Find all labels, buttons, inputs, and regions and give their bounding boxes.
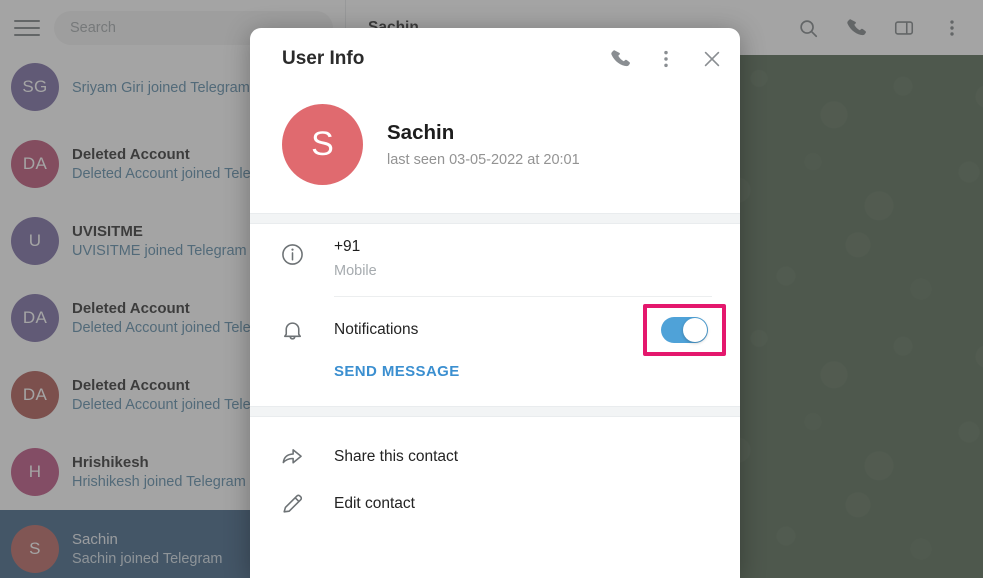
dialog-header: User Info: [250, 28, 740, 90]
phone-type-label: Mobile: [334, 263, 377, 279]
notifications-control: Notifications: [334, 297, 740, 363]
phone-icon[interactable]: [609, 48, 631, 70]
avatar-initial: S: [311, 125, 334, 163]
section-divider-band: [250, 213, 740, 224]
user-info-dialog: User Info S Sachin last seen 03-05-2022 …: [250, 28, 740, 578]
phone-value-line: +91: [334, 238, 712, 256]
section-divider-band: [250, 406, 740, 417]
dialog-title: User Info: [282, 48, 365, 69]
details-section: +91 Mobile Notifications SEND MESSAGE: [250, 224, 740, 406]
profile-last-seen: last seen 03-05-2022 at 20:01: [387, 152, 580, 168]
share-contact-label: Share this contact: [334, 447, 459, 465]
phone-body: +91 Mobile: [334, 238, 740, 297]
edit-contact-label: Edit contact: [334, 494, 415, 512]
close-icon[interactable]: [701, 48, 723, 70]
notifications-toggle[interactable]: [661, 317, 708, 343]
dialog-header-actions: [609, 48, 723, 70]
notifications-label: Notifications: [334, 321, 419, 338]
toggle-knob: [683, 318, 707, 342]
info-circle-icon: [250, 238, 334, 297]
profile-name: Sachin: [387, 121, 455, 144]
edit-contact-row[interactable]: Edit contact: [250, 480, 740, 527]
notifications-toggle-highlight: [643, 304, 726, 356]
bell-icon: [250, 297, 334, 363]
notifications-body: Notifications: [334, 297, 740, 363]
telegram-window: Search SGSriyam Giri joined TelegramDADe…: [0, 0, 983, 578]
more-vertical-icon[interactable]: [655, 48, 677, 70]
share-arrow-icon: [250, 444, 334, 469]
pencil-icon: [250, 491, 334, 516]
send-message-button[interactable]: SEND MESSAGE: [250, 363, 740, 406]
share-contact-row[interactable]: Share this contact: [250, 433, 740, 480]
contact-actions-section: Share this contact Edit contact: [250, 417, 740, 527]
profile-text: Sachin last seen 03-05-2022 at 20:01: [387, 121, 580, 168]
avatar: S: [282, 104, 363, 185]
phone-number: +91: [334, 238, 361, 255]
phone-number-redaction: [365, 238, 712, 251]
notifications-row[interactable]: Notifications: [250, 297, 740, 363]
profile-block: S Sachin last seen 03-05-2022 at 20:01: [250, 90, 740, 213]
phone-row[interactable]: +91 Mobile: [250, 224, 740, 297]
